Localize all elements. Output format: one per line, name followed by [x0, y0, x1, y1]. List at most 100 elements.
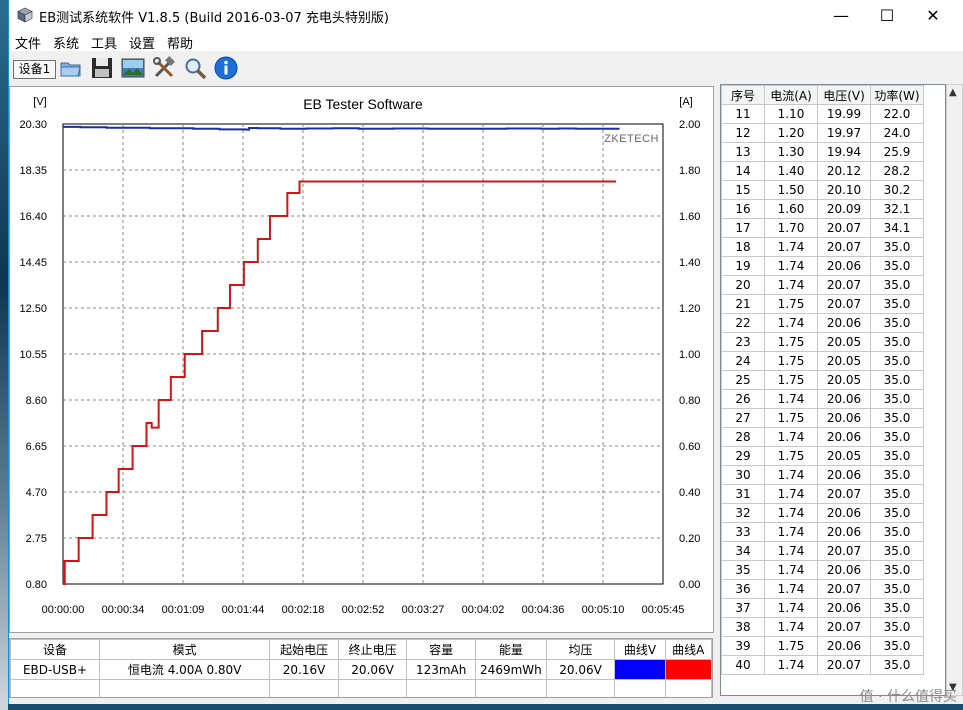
table-cell: 37	[721, 598, 765, 618]
minimize-button[interactable]: —	[818, 0, 864, 31]
menu-system[interactable]: 系统	[53, 33, 79, 52]
table-row[interactable]: 16 1.60 20.09 32.1	[721, 199, 924, 219]
table-row[interactable]: 32 1.74 20.06 35.0	[721, 503, 924, 523]
summary-header-cell: 容量	[406, 639, 476, 660]
table-row[interactable]: 26 1.74 20.06 35.0	[721, 389, 924, 409]
menu-settings[interactable]: 设置	[129, 33, 155, 52]
table-header-cell[interactable]: 电压(V)	[817, 85, 871, 105]
table-cell: 1.40	[764, 161, 818, 181]
table-cell: 20.07	[817, 617, 871, 637]
table-cell: 1.74	[764, 655, 818, 675]
table-cell: 35.0	[870, 408, 924, 428]
y-tick-label: 12.50	[19, 303, 47, 315]
empty-cell	[10, 679, 100, 697]
table-cell: 20.06	[817, 408, 871, 428]
table-cell: 1.74	[764, 465, 818, 485]
table-cell: 20.07	[817, 275, 871, 295]
table-cell: 20.06	[817, 598, 871, 618]
table-row[interactable]: 18 1.74 20.07 35.0	[721, 237, 924, 257]
table-row[interactable]: 17 1.70 20.07 34.1	[721, 218, 924, 238]
table-row[interactable]: 20 1.74 20.07 35.0	[721, 275, 924, 295]
table-cell: 35.0	[870, 275, 924, 295]
table-row[interactable]: 21 1.75 20.07 35.0	[721, 294, 924, 314]
table-row[interactable]: 29 1.75 20.05 35.0	[721, 446, 924, 466]
y2-tick-label: 0.40	[679, 487, 700, 499]
menu-help[interactable]: 帮助	[167, 33, 193, 52]
table-header-cell[interactable]: 功率(W)	[870, 85, 924, 105]
table-cell: 32	[721, 503, 765, 523]
x-tick-label: 00:03:27	[402, 604, 445, 616]
curve-v-color-swatch[interactable]	[614, 659, 666, 680]
table-row[interactable]: 14 1.40 20.12 28.2	[721, 161, 924, 181]
summary-header-cell: 起始电压	[269, 639, 339, 660]
table-cell: 1.74	[764, 256, 818, 276]
menu-file[interactable]: 文件	[15, 33, 41, 52]
table-cell: 1.75	[764, 446, 818, 466]
table-row[interactable]: 25 1.75 20.05 35.0	[721, 370, 924, 390]
table-cell: 20.06	[817, 636, 871, 656]
table-cell: 40	[721, 655, 765, 675]
y-tick-label: 18.35	[19, 165, 47, 177]
picture-icon[interactable]	[120, 55, 146, 81]
table-cell: 35.0	[870, 427, 924, 447]
table-header-cell[interactable]: 序号	[721, 85, 765, 105]
x-tick-label: 00:02:18	[282, 604, 325, 616]
table-cell: 19.94	[817, 142, 871, 162]
table-row[interactable]: 23 1.75 20.05 35.0	[721, 332, 924, 352]
table-row[interactable]: 22 1.74 20.06 35.0	[721, 313, 924, 333]
table-cell: 20.07	[817, 237, 871, 257]
curve-a-color-swatch[interactable]	[664, 659, 712, 680]
info-icon[interactable]	[213, 55, 239, 81]
table-cell: 20.06	[817, 503, 871, 523]
save-icon[interactable]	[89, 55, 115, 81]
empty-cell	[664, 679, 712, 697]
search-icon[interactable]	[182, 55, 208, 81]
summary-value-cell: 2469mWh	[474, 659, 547, 680]
table-row[interactable]: 39 1.75 20.06 35.0	[721, 636, 924, 656]
menu-tools[interactable]: 工具	[91, 33, 117, 52]
table-cell: 19.97	[817, 123, 871, 143]
device-1-button[interactable]: 设备1	[13, 60, 56, 79]
table-row[interactable]: 28 1.74 20.06 35.0	[721, 427, 924, 447]
table-row[interactable]: 30 1.74 20.06 35.0	[721, 465, 924, 485]
table-scrollbar[interactable]: ▲ ▼	[946, 84, 963, 696]
table-row[interactable]: 13 1.30 19.94 25.9	[721, 142, 924, 162]
table-row[interactable]: 33 1.74 20.06 35.0	[721, 522, 924, 542]
table-header-cell[interactable]: 电流(A)	[764, 85, 818, 105]
maximize-button[interactable]: ☐	[864, 0, 910, 31]
table-cell: 35.0	[870, 446, 924, 466]
close-button[interactable]: ✕	[910, 0, 956, 31]
table-row[interactable]: 40 1.74 20.07 35.0	[721, 655, 924, 675]
table-cell: 39	[721, 636, 765, 656]
table-row[interactable]: 31 1.74 20.07 35.0	[721, 484, 924, 504]
tools-icon[interactable]	[151, 55, 177, 81]
empty-cell	[545, 679, 616, 697]
y2-tick-label: 0.60	[679, 441, 700, 453]
table-cell: 20.09	[817, 199, 871, 219]
table-row[interactable]: 34 1.74 20.07 35.0	[721, 541, 924, 561]
table-row[interactable]: 27 1.75 20.06 35.0	[721, 408, 924, 428]
table-cell: 35.0	[870, 560, 924, 580]
scroll-up-arrow-icon[interactable]: ▲	[949, 87, 957, 98]
table-row[interactable]: 24 1.75 20.05 35.0	[721, 351, 924, 371]
table-row[interactable]: 35 1.74 20.06 35.0	[721, 560, 924, 580]
table-row[interactable]: 15 1.50 20.10 30.2	[721, 180, 924, 200]
table-cell: 35.0	[870, 256, 924, 276]
x-tick-label: 00:05:10	[582, 604, 625, 616]
table-cell: 12	[721, 123, 765, 143]
summary-value-row: EBD-USB+ 恒电流 4.00A 0.80V 20.16V 20.06V 123mA…	[10, 659, 712, 680]
table-row[interactable]: 12 1.20 19.97 24.0	[721, 123, 924, 143]
summary-panel: 设备 模式 起始电压 终止电压 容量 能量 均压 曲线V 曲线A EBD-USB+ 恒电流 4.0…	[9, 638, 713, 698]
table-row[interactable]: 38 1.74 20.07 35.0	[721, 617, 924, 637]
table-cell: 1.74	[764, 541, 818, 561]
summary-value-cell: 123mAh	[406, 659, 476, 680]
table-row[interactable]: 36 1.74 20.07 35.0	[721, 579, 924, 599]
open-folder-icon[interactable]	[58, 55, 84, 81]
table-row[interactable]: 37 1.74 20.06 35.0	[721, 598, 924, 618]
table-row[interactable]: 19 1.74 20.06 35.0	[721, 256, 924, 276]
title-bar: EB测试系统软件 V1.8.5 (Build 2016-03-07 充电头特别版…	[9, 0, 963, 31]
table-row[interactable]: 11 1.10 19.99 22.0	[721, 104, 924, 124]
summary-value-cell: 20.16V	[269, 659, 339, 680]
summary-value-cell: 20.06V	[545, 659, 616, 680]
table-cell: 28	[721, 427, 765, 447]
